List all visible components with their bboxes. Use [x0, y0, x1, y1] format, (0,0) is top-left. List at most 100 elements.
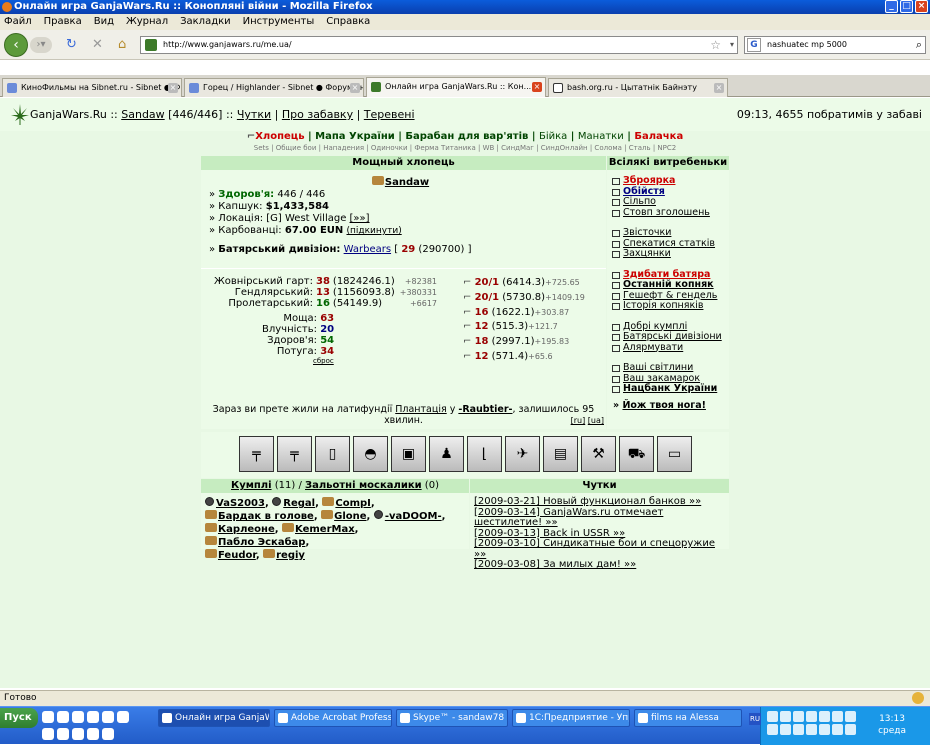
tray-icon[interactable]: [819, 724, 830, 735]
ql-icon[interactable]: [42, 711, 54, 723]
bookmark-star-icon[interactable]: ☆: [710, 37, 721, 53]
google-icon[interactable]: G: [747, 38, 761, 52]
friend-name[interactable]: VaS2003: [216, 498, 265, 509]
task-acrobat[interactable]: Adobe Acrobat Professio...: [274, 709, 392, 727]
tab-close-icon[interactable]: ×: [350, 83, 360, 93]
friend-name[interactable]: Glone: [334, 511, 366, 522]
list-item[interactable]: Feudor: [205, 549, 256, 561]
label[interactable]: Ваші світлини: [623, 362, 693, 373]
boots-icon[interactable]: ⌊: [467, 436, 502, 472]
laptop-icon[interactable]: ▭: [657, 436, 692, 472]
nav-chat[interactable]: Балачка: [634, 131, 683, 142]
lang-ua-link[interactable]: [ua]: [588, 416, 604, 425]
menu-tools[interactable]: Инструменты: [243, 14, 315, 30]
tray-icon[interactable]: [767, 724, 778, 735]
ql-icon[interactable]: [42, 728, 54, 740]
menu-history[interactable]: Журнал: [126, 14, 168, 30]
friend-name[interactable]: Regal: [283, 498, 315, 509]
label[interactable]: Добрі кумплі: [623, 321, 687, 332]
menu-item-fight-history[interactable]: Історія копняків: [611, 300, 725, 312]
label[interactable]: Звісточки: [623, 227, 671, 238]
close-icon[interactable]: ×: [915, 0, 928, 13]
tray-icon[interactable]: [806, 724, 817, 735]
tab-sibnet-films[interactable]: КиноФильмы на Sibnet.ru - Sibnet ● Ф... ×: [2, 78, 182, 97]
plantation-link[interactable]: Плантація: [395, 404, 446, 415]
enemies-link[interactable]: Зальотні москалики: [305, 480, 422, 491]
tab-highlander[interactable]: Горец / Highlander - Sibnet ● Форум зн..…: [184, 78, 364, 97]
nav-casino[interactable]: Барабан для вар'ятів: [405, 131, 528, 142]
menu-help[interactable]: Справка: [326, 14, 370, 30]
topup-link[interactable]: (підкинути): [346, 226, 401, 236]
label[interactable]: Історія копняків: [623, 300, 703, 311]
news-item[interactable]: [2009-03-10] Синдикатные бои и спецоружи…: [474, 538, 715, 560]
forum-link[interactable]: Теревені: [364, 108, 415, 121]
url-dropdown-icon[interactable]: ▾: [730, 37, 734, 53]
drill-icon[interactable]: ⚒: [581, 436, 616, 472]
back-button[interactable]: ‹: [4, 33, 28, 57]
list-item[interactable]: Карлеоне: [205, 523, 275, 535]
tab-close-icon[interactable]: ×: [532, 82, 542, 92]
ql-icon[interactable]: [87, 711, 99, 723]
label[interactable]: Нацбанк України: [623, 383, 717, 394]
nav-items[interactable]: Манатки: [578, 131, 624, 142]
list-item[interactable]: Regal: [272, 497, 315, 509]
menu-item-bank[interactable]: Нацбанк України: [611, 383, 725, 395]
jeep-icon[interactable]: ⛟: [619, 436, 654, 472]
list-item[interactable]: VaS2003: [205, 497, 265, 509]
tray-icon[interactable]: [845, 711, 856, 722]
status-addon-icon[interactable]: [912, 692, 924, 704]
friend-name[interactable]: Карлеоне: [218, 524, 275, 535]
news-item[interactable]: [2009-03-21] Новый функционал банков »»: [474, 496, 701, 507]
label[interactable]: Останній копняк: [623, 279, 714, 290]
search-bar[interactable]: Gnashuatec mp 5000 ⌕: [744, 36, 926, 54]
label[interactable]: Стовп зголошень: [623, 207, 710, 218]
label[interactable]: Спекатися статків: [623, 238, 715, 249]
menu-item-board[interactable]: Стовп зголошень: [611, 207, 725, 219]
news-item[interactable]: [2009-03-13] Back in USSR »»: [474, 528, 625, 539]
news-item[interactable]: [2009-03-14] GanjaWars.ru отмечает шести…: [474, 507, 663, 529]
label[interactable]: Здибати батяра: [623, 269, 710, 280]
list-item[interactable]: -vaDOOM-: [373, 510, 442, 522]
label[interactable]: Гешефт & гендель: [623, 290, 717, 301]
tray-icon[interactable]: [845, 724, 856, 735]
tab-close-icon[interactable]: ×: [714, 83, 724, 93]
helicopter-icon[interactable]: ✈: [505, 436, 540, 472]
minimize-icon[interactable]: _: [885, 0, 898, 13]
menu-item-hedgehog[interactable]: » Йож твоя нога!: [611, 400, 725, 412]
friend-name[interactable]: CompI: [335, 498, 371, 509]
user-link[interactable]: Sandaw: [121, 108, 164, 121]
about-link[interactable]: Про забавку: [282, 108, 353, 121]
tab-bash[interactable]: bash.org.ru - Цытатнік Байнэту ×: [548, 78, 728, 97]
ql-icon[interactable]: [87, 728, 99, 740]
friend-name[interactable]: Feudor: [218, 550, 256, 561]
nav-fight[interactable]: Бійка: [539, 131, 567, 142]
lang-ru-link[interactable]: [ru]: [571, 416, 586, 425]
ql-icon[interactable]: [102, 728, 114, 740]
menu-view[interactable]: Вид: [94, 14, 114, 30]
tray-icon[interactable]: [793, 711, 804, 722]
ql-icon[interactable]: [117, 711, 129, 723]
ql-icon[interactable]: [72, 711, 84, 723]
ql-icon[interactable]: [57, 728, 69, 740]
tab-ganjawars[interactable]: Онлайн игра GanjaWars.Ru :: Кон... ×: [366, 77, 546, 97]
task-films[interactable]: films на Alessa: [634, 709, 742, 727]
camo-suit-icon[interactable]: ♟: [429, 436, 464, 472]
language-indicator[interactable]: RU: [749, 713, 761, 725]
friend-name[interactable]: KemerMax: [295, 524, 355, 535]
menu-item-wishlist[interactable]: Захцянки: [611, 248, 725, 260]
location-link[interactable]: [»»]: [350, 213, 370, 224]
label[interactable]: Сільпо: [623, 196, 656, 207]
stop-icon[interactable]: ✕: [92, 37, 103, 53]
list-item[interactable]: regiy: [263, 549, 305, 561]
character-nick[interactable]: Sandaw: [385, 177, 429, 188]
pda-icon[interactable]: ▤: [543, 436, 578, 472]
news-item[interactable]: [2009-03-08] За милых дам! »»: [474, 559, 636, 570]
home-icon[interactable]: ⌂: [118, 37, 126, 53]
list-item[interactable]: Бардак в голове: [205, 510, 314, 522]
rifle-icon[interactable]: ╤: [277, 436, 312, 472]
tray-icon[interactable]: [767, 711, 778, 722]
menu-item-alarm[interactable]: Алярмувати: [611, 342, 725, 354]
menu-edit[interactable]: Правка: [44, 14, 82, 30]
list-item[interactable]: Glone: [321, 510, 367, 522]
label[interactable]: Алярмувати: [623, 342, 683, 353]
